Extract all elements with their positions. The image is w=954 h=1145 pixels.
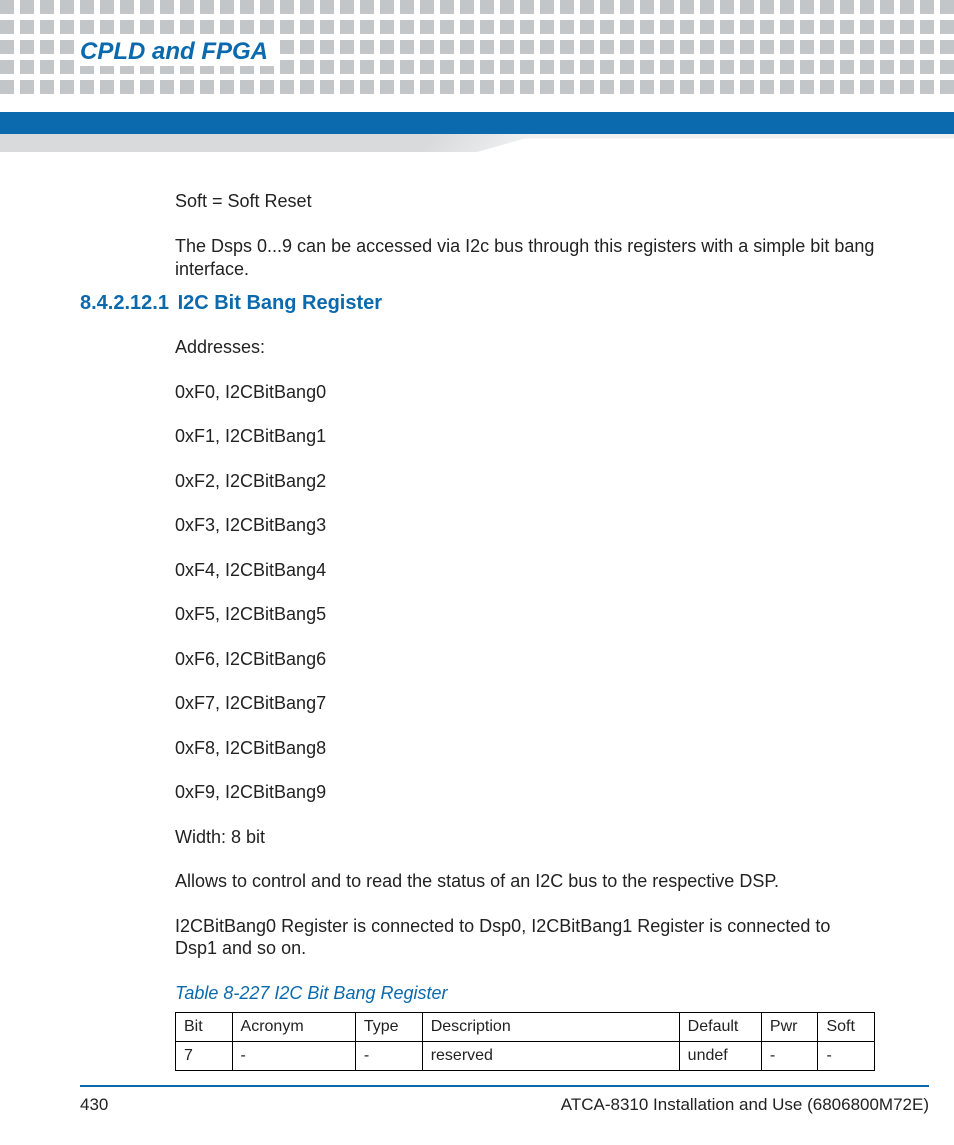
header-grey-wedge bbox=[0, 134, 954, 152]
address-6: 0xF6, I2CBitBang6 bbox=[175, 648, 875, 671]
td-description: reserved bbox=[422, 1042, 679, 1071]
th-pwr: Pwr bbox=[761, 1013, 818, 1042]
address-9: 0xF9, I2CBitBang9 bbox=[175, 781, 875, 804]
th-type: Type bbox=[355, 1013, 422, 1042]
section-title: I2C Bit Bang Register bbox=[178, 292, 382, 314]
table-row: 7 - - reserved undef - - bbox=[176, 1042, 875, 1071]
address-1: 0xF1, I2CBitBang1 bbox=[175, 425, 875, 448]
paragraph-soft-reset: Soft = Soft Reset bbox=[175, 190, 875, 213]
address-7: 0xF7, I2CBitBang7 bbox=[175, 692, 875, 715]
desc-paragraph-1: Allows to control and to read the status… bbox=[175, 870, 875, 893]
doc-id: ATCA-8310 Installation and Use (6806800M… bbox=[561, 1095, 929, 1115]
register-table: Bit Acronym Type Description Default Pwr… bbox=[175, 1012, 875, 1071]
address-5: 0xF5, I2CBitBang5 bbox=[175, 603, 875, 626]
desc-paragraph-2: I2CBitBang0 Register is connected to Dsp… bbox=[175, 915, 875, 960]
width-line: Width: 8 bit bbox=[175, 826, 875, 849]
addresses-label: Addresses: bbox=[175, 336, 875, 359]
th-default: Default bbox=[679, 1013, 761, 1042]
td-soft: - bbox=[818, 1042, 875, 1071]
td-type: - bbox=[355, 1042, 422, 1071]
td-pwr: - bbox=[761, 1042, 818, 1071]
th-bit: Bit bbox=[176, 1013, 233, 1042]
address-8: 0xF8, I2CBitBang8 bbox=[175, 737, 875, 760]
table-header-row: Bit Acronym Type Description Default Pwr… bbox=[176, 1013, 875, 1042]
header-blue-bar bbox=[0, 112, 954, 134]
chapter-title: CPLD and FPGA bbox=[80, 38, 280, 66]
td-bit: 7 bbox=[176, 1042, 233, 1071]
th-soft: Soft bbox=[818, 1013, 875, 1042]
address-3: 0xF3, I2CBitBang3 bbox=[175, 514, 875, 537]
paragraph-intro: The Dsps 0...9 can be accessed via I2c b… bbox=[175, 235, 875, 281]
td-acronym: - bbox=[232, 1042, 355, 1071]
section-heading: 8.4.2.12.1 I2C Bit Bang Register bbox=[80, 292, 382, 315]
section-number: 8.4.2.12.1 bbox=[80, 292, 172, 315]
address-0: 0xF0, I2CBitBang0 bbox=[175, 381, 875, 404]
page-number: 430 bbox=[80, 1095, 108, 1115]
footer-rule bbox=[80, 1085, 929, 1087]
table-caption: Table 8-227 I2C Bit Bang Register bbox=[175, 982, 875, 1005]
td-default: undef bbox=[679, 1042, 761, 1071]
th-description: Description bbox=[422, 1013, 679, 1042]
th-acronym: Acronym bbox=[232, 1013, 355, 1042]
address-2: 0xF2, I2CBitBang2 bbox=[175, 470, 875, 493]
address-4: 0xF4, I2CBitBang4 bbox=[175, 559, 875, 582]
